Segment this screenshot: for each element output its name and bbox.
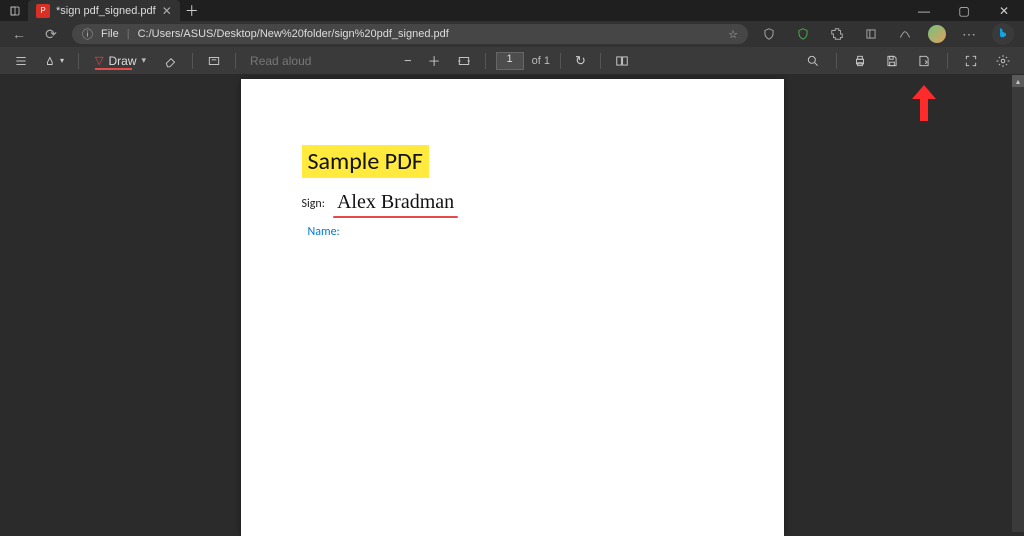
tab-title: *sign pdf_signed.pdf (56, 5, 156, 17)
contents-icon[interactable] (10, 54, 32, 68)
shield-filled-icon[interactable] (792, 27, 814, 41)
toolbar-separator (600, 53, 601, 69)
draw-button[interactable]: ▽ Draw ▾ (89, 51, 152, 71)
pdf-file-icon: P (36, 4, 50, 18)
text-box-button[interactable] (203, 54, 225, 68)
settings-button[interactable] (992, 54, 1014, 68)
zoom-out-button[interactable]: − (400, 53, 416, 68)
fit-width-button[interactable] (453, 54, 475, 68)
zoom-in-button[interactable]: ＋ (424, 51, 445, 70)
performance-icon[interactable] (894, 27, 916, 41)
url-path: C:/Users/ASUS/Desktop/New%20folder/sign%… (138, 28, 449, 40)
url-protocol-icon: ⓘ (82, 26, 93, 42)
new-tab-button[interactable]: ＋ (180, 1, 204, 21)
pdf-page: Sample PDF Sign: Alex Bradman Name: (241, 79, 784, 536)
toolbar-separator (560, 53, 561, 69)
draw-pen-icon: ▽ (95, 54, 103, 67)
highlight-dropdown[interactable]: ▾ (40, 54, 68, 68)
page-number-input[interactable]: 1 (496, 52, 524, 70)
extensions-icon[interactable] (826, 27, 848, 41)
name-field-label[interactable]: Name: (308, 225, 340, 239)
erase-button[interactable] (160, 54, 182, 68)
print-button[interactable] (849, 54, 871, 68)
nav-back-button[interactable]: ← (8, 26, 30, 42)
address-field[interactable]: ⓘ File | C:/Users/ASUS/Desktop/New%20fol… (72, 24, 748, 44)
signature-text: Alex Bradman (333, 191, 458, 216)
pdf-title-highlighted: Sample PDF (302, 145, 429, 178)
read-aloud-button[interactable]: Read aloud (250, 54, 311, 68)
url-prefix-label: File (101, 28, 119, 40)
shield-outline-icon[interactable] (758, 27, 780, 41)
collections-icon[interactable] (860, 27, 882, 41)
tab-actions-icon[interactable] (6, 5, 24, 17)
more-menu-icon[interactable]: ⋯ (958, 26, 980, 43)
bing-chat-icon[interactable] (992, 23, 1014, 45)
favorite-icon[interactable]: ☆ (728, 28, 738, 41)
toolbar-separator (947, 53, 948, 69)
browser-tab[interactable]: P *sign pdf_signed.pdf ✕ (28, 0, 180, 21)
nav-refresh-button[interactable]: ⟳ (40, 26, 62, 43)
sign-label: Sign: (302, 197, 325, 211)
window-close-button[interactable]: ✕ (984, 0, 1024, 21)
toolbar-separator (192, 53, 193, 69)
toolbar-separator (836, 53, 837, 69)
window-minimize-button[interactable]: — (904, 0, 944, 21)
url-separator: | (127, 28, 130, 40)
rotate-button[interactable]: ↻ (571, 53, 590, 69)
profile-avatar[interactable] (928, 25, 946, 43)
find-button[interactable] (802, 54, 824, 68)
pdf-viewport[interactable]: Sample PDF Sign: Alex Bradman Name: ▴ (0, 75, 1024, 532)
toolbar-separator (235, 53, 236, 69)
scrollbar-up-arrow[interactable]: ▴ (1012, 75, 1024, 87)
page-total-label: of 1 (532, 55, 550, 67)
save-as-button[interactable] (913, 54, 935, 68)
annotation-red-arrow (906, 81, 942, 125)
draw-label: Draw (108, 54, 136, 68)
window-maximize-button[interactable]: ▢ (944, 0, 984, 21)
vertical-scrollbar[interactable]: ▴ (1012, 75, 1024, 532)
save-button[interactable] (881, 54, 903, 68)
chevron-down-icon: ▾ (142, 55, 147, 66)
toolbar-separator (485, 53, 486, 69)
close-tab-icon[interactable]: ✕ (162, 4, 172, 18)
page-view-button[interactable] (611, 54, 633, 68)
toolbar-separator (78, 53, 79, 69)
fullscreen-button[interactable] (960, 54, 982, 68)
